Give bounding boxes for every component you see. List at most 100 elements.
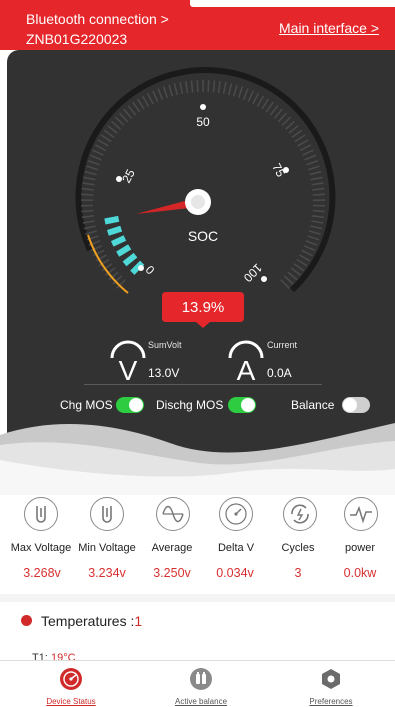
gauge-tick: [287, 271, 298, 281]
tab-active-balance[interactable]: Active balance: [136, 661, 266, 707]
gauge-tick: [114, 116, 125, 126]
gauge-tick: [123, 108, 133, 119]
gauge-tick: [92, 149, 104, 156]
gauge-tick: [310, 176, 323, 181]
tab-active-balance-label: Active balance: [174, 697, 228, 706]
gauge-tick: [297, 139, 309, 147]
gauge-tick: [81, 209, 94, 213]
gauge-tick: [81, 193, 94, 196]
min-voltage-label: Min Voltage: [78, 542, 136, 554]
gauge-tick: [293, 263, 305, 272]
gauge-level-segment: [122, 252, 138, 267]
gauge-tick: [217, 81, 221, 94]
svg-text:V: V: [119, 355, 138, 382]
min-voltage-icon[interactable]: [90, 497, 124, 531]
gauge-tick: [302, 149, 314, 156]
tab-device-status[interactable]: Device Status: [6, 661, 136, 707]
gauge-tick: [207, 80, 210, 93]
chg-mos-label: Chg MOS: [60, 398, 113, 412]
sum-volt-value: 13.0V: [148, 366, 180, 380]
average-label: Average: [151, 542, 193, 554]
gauge-tick: [284, 120, 296, 130]
gauge-dot-50: [200, 104, 206, 110]
gauge-tick: [141, 95, 150, 107]
gauge-tick: [256, 95, 265, 107]
gauge-label-25: 25: [119, 167, 138, 186]
min-voltage-value: 3.234v: [88, 566, 126, 580]
bottom-tab-bar: Device Status Active balance Preferences: [0, 660, 395, 707]
gauge-tick: [110, 120, 122, 130]
max-voltage-label: Max Voltage: [10, 542, 72, 554]
gauge-tick: [261, 98, 270, 110]
gauge-tick: [179, 82, 184, 95]
gauge-tick: [132, 101, 141, 113]
balance-label: Balance: [291, 398, 335, 412]
gauge-tick: [85, 230, 98, 235]
gauge-tick: [311, 220, 324, 224]
power-value: 0.0kw: [343, 566, 377, 580]
gauge-tick: [301, 249, 313, 257]
gauge-tick: [89, 154, 102, 161]
gauge-level-segment: [110, 235, 127, 247]
gauge-tick: [190, 80, 194, 93]
gauge-tick: [305, 240, 318, 246]
gauge-tick: [269, 105, 279, 116]
gauge-tick: [196, 80, 199, 93]
main-interface-link[interactable]: Main interface >: [279, 20, 379, 36]
gauge-tick: [107, 125, 118, 134]
gauge-tick: [118, 112, 129, 123]
gauge-hub-inner: [191, 195, 205, 209]
sine-wave-icon[interactable]: [156, 497, 190, 531]
gauge-tick: [307, 235, 320, 241]
tab-preferences[interactable]: Preferences: [266, 661, 395, 707]
gauge-tick-ring: [80, 80, 326, 289]
gauge-tick: [100, 134, 112, 143]
gauge-tick: [280, 279, 290, 289]
gauge-tick: [283, 275, 294, 285]
gauge-label-50: 50: [196, 115, 210, 129]
soc-value: 13.9%: [182, 299, 225, 316]
chg-mos-toggle[interactable]: [116, 397, 144, 413]
cycle-icon[interactable]: [283, 497, 317, 531]
bluetooth-connection-link[interactable]: Bluetooth connection > ZNB01G220023: [26, 9, 169, 49]
gauge-tick: [265, 101, 274, 113]
gauge-level-segment: [106, 225, 123, 236]
temperatures-label: Temperatures :: [41, 613, 135, 629]
header-notch: [190, 0, 395, 7]
balance-toggle[interactable]: [342, 397, 370, 413]
gauge-tick: [304, 154, 317, 161]
dial-icon[interactable]: [219, 497, 253, 531]
gauge-tick: [310, 225, 323, 230]
gauge-tick: [291, 129, 303, 138]
gauge-tick: [152, 90, 159, 103]
gauge-tick: [127, 105, 137, 116]
pulse-icon[interactable]: [344, 497, 378, 531]
top-header: Bluetooth connection > ZNB01G220023 Main…: [0, 0, 395, 50]
temperatures-count: 1: [134, 613, 143, 629]
gauge-tick: [281, 116, 292, 126]
gauge-tick: [303, 244, 316, 252]
current-icon: A: [228, 340, 264, 382]
gauge-tick: [103, 129, 115, 138]
delta-v-value: 0.034v: [216, 566, 254, 580]
soc-gauge: 50 25 75 0 100 SOC 13.9%: [75, 67, 336, 328]
gauge-tick: [237, 86, 244, 99]
max-voltage-icon[interactable]: [24, 497, 58, 531]
gauge-tick: [232, 84, 238, 97]
bluetooth-connection-label: Bluetooth connection >: [26, 11, 169, 27]
tab-preferences-label: Preferences: [309, 697, 353, 706]
tab-device-status-label: Device Status: [46, 697, 96, 706]
gauge-tick: [299, 144, 312, 152]
gauge-tick: [290, 267, 302, 276]
active-balance-icon: [190, 668, 212, 690]
device-id: ZNB01G220023: [26, 31, 128, 47]
gauge-dot-100: [261, 276, 267, 282]
decorative-waves: [0, 415, 395, 495]
gauge-tick: [84, 170, 97, 176]
gauge-tick: [81, 215, 95, 219]
gauge-tick: [162, 86, 169, 99]
gauge-tick: [173, 83, 179, 96]
gauge-dot-0: [138, 265, 144, 271]
gauge-tick: [97, 139, 109, 147]
dischg-mos-toggle[interactable]: [228, 397, 256, 413]
